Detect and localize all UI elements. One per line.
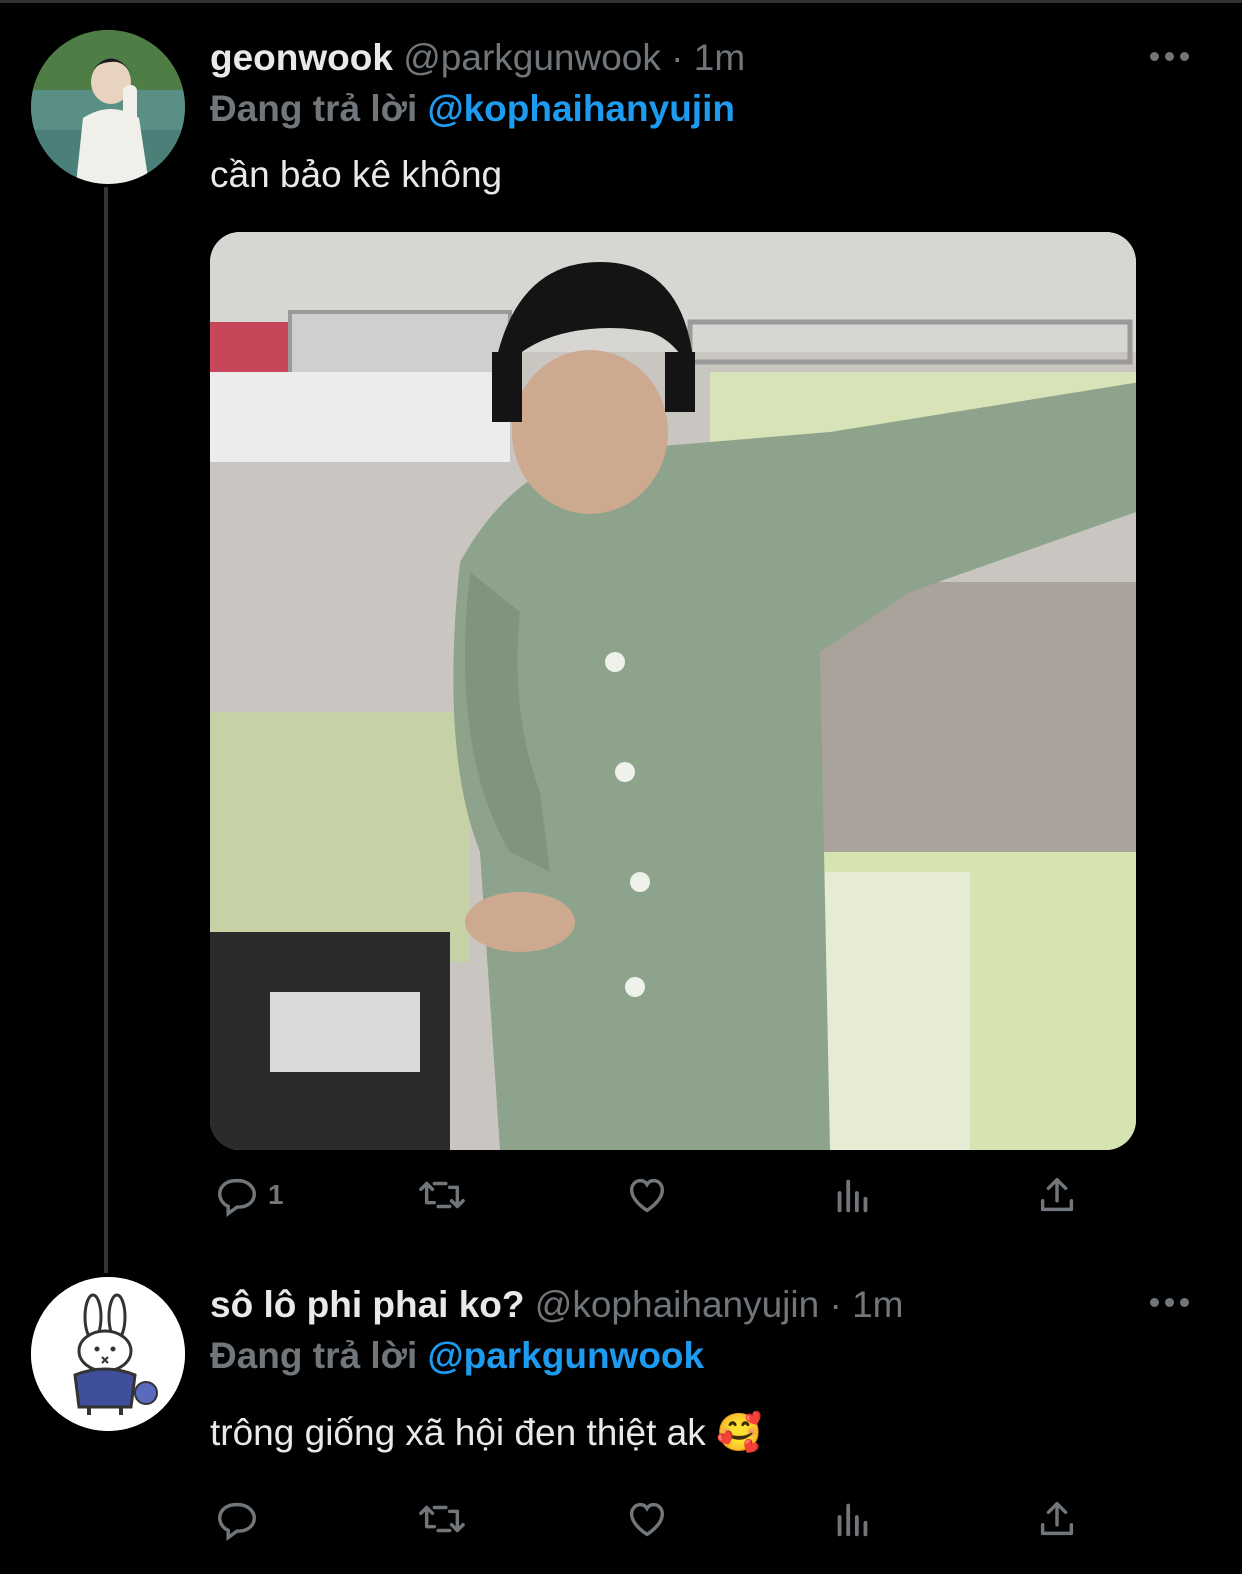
- retweet-button[interactable]: [416, 1496, 468, 1542]
- share-button[interactable]: [1034, 1496, 1080, 1542]
- display-name[interactable]: sô lô phi phai ko?: [210, 1284, 525, 1325]
- views-button[interactable]: [830, 1172, 876, 1218]
- replying-label: Đang trả lời: [210, 88, 418, 129]
- tweet-photo[interactable]: [210, 232, 1136, 1150]
- tweet-text: trông giống xã hội đen thiệt ak 🥰: [210, 1412, 763, 1453]
- share-icon: [1040, 1177, 1074, 1212]
- tweet-actions: 1: [210, 1172, 1110, 1232]
- photo-person-in-pajamas: [210, 232, 1136, 1150]
- tweet-header: geonwook @parkgunwook · 1m: [210, 37, 745, 79]
- views-icon: [837, 1179, 868, 1213]
- avatar-kophaihanyujin[interactable]: [31, 1277, 185, 1431]
- tweet-actions: [210, 1496, 1110, 1556]
- display-name[interactable]: geonwook: [210, 37, 393, 78]
- avatar-geonwook[interactable]: [31, 30, 185, 184]
- like-icon: [629, 1178, 665, 1213]
- thread-connector-line: [104, 187, 108, 1273]
- tweet-text: cần bảo kê không: [210, 154, 503, 195]
- tweet-1[interactable]: geonwook @parkgunwook · 1m Đang trả lời …: [0, 0, 1242, 1273]
- handle[interactable]: @kophaihanyujin: [535, 1284, 819, 1325]
- share-button[interactable]: [1034, 1172, 1080, 1218]
- handle[interactable]: @parkgunwook: [403, 37, 661, 78]
- replying-label: Đang trả lời: [210, 1335, 418, 1376]
- like-button[interactable]: [624, 1496, 670, 1542]
- more-options-icon[interactable]: [1150, 1292, 1200, 1312]
- reply-icon: [218, 1502, 256, 1542]
- timestamp[interactable]: · 1m: [829, 1284, 903, 1325]
- views-button[interactable]: [830, 1496, 876, 1542]
- like-button[interactable]: [624, 1172, 670, 1218]
- more-options-icon[interactable]: [1150, 46, 1200, 66]
- retweet-button[interactable]: [416, 1172, 468, 1218]
- mention-link[interactable]: @parkgunwook: [428, 1335, 705, 1376]
- timestamp[interactable]: · 1m: [671, 37, 745, 78]
- reply-icon: [218, 1178, 256, 1218]
- mention-link[interactable]: @kophaihanyujin: [428, 88, 735, 129]
- tweet-header: sô lô phi phai ko? @kophaihanyujin · 1m: [210, 1284, 903, 1326]
- like-icon: [629, 1502, 665, 1537]
- reply-button[interactable]: 1: [214, 1172, 284, 1218]
- retweet-icon: [419, 1505, 465, 1533]
- tweet-2[interactable]: sô lô phi phai ko? @kophaihanyujin · 1m …: [0, 1270, 1242, 1574]
- replying-to: Đang trả lời @kophaihanyujin: [210, 88, 735, 130]
- share-icon: [1040, 1501, 1074, 1536]
- retweet-icon: [419, 1181, 465, 1209]
- replying-to: Đang trả lời @parkgunwook: [210, 1335, 704, 1377]
- reply-button[interactable]: [214, 1496, 260, 1542]
- reply-count: 1: [268, 1179, 284, 1210]
- views-icon: [837, 1503, 868, 1537]
